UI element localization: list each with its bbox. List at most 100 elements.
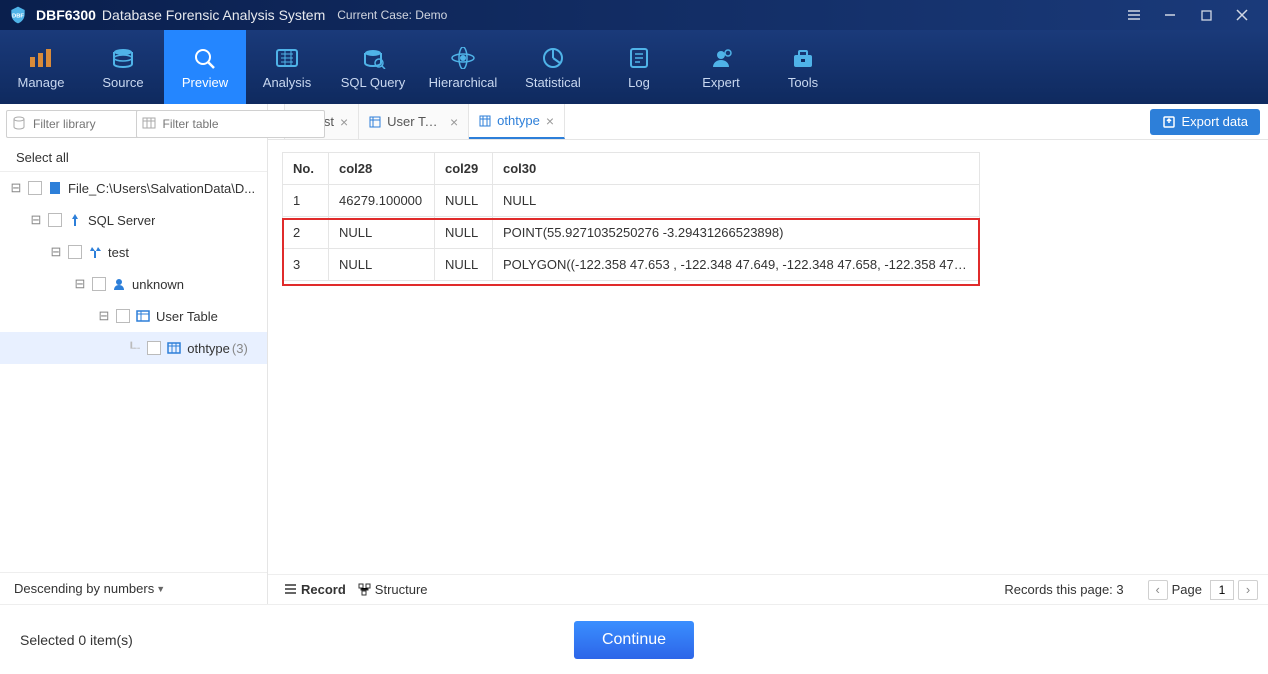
toolbar-expert[interactable]: Expert <box>680 30 762 104</box>
data-grid-container: No. col28 col29 col30 1 46279.100000 NUL… <box>268 140 1268 574</box>
menu-icon[interactable] <box>1116 0 1152 30</box>
main-panel: test × User Table × othtype × Export dat… <box>268 104 1268 604</box>
table-icon <box>479 115 491 127</box>
table-row[interactable]: 2 NULL NULL POINT(55.9271035250276 -3.29… <box>283 217 980 249</box>
collapse-icon[interactable]: ⊟ <box>48 244 64 260</box>
view-record-button[interactable]: Record <box>278 582 352 597</box>
col-header[interactable]: No. <box>283 153 329 185</box>
toolbar-label: Log <box>628 75 650 90</box>
tree-checkbox[interactable] <box>68 245 82 259</box>
tab-usertable[interactable]: User Table × <box>359 104 469 139</box>
cell: NULL <box>493 185 980 217</box>
tree-node-db[interactable]: ⊟ test <box>0 236 267 268</box>
tab-close-icon[interactable]: × <box>546 113 554 129</box>
col-header[interactable]: col28 <box>329 153 435 185</box>
tree-label: SQL Server <box>88 213 155 228</box>
continue-button[interactable]: Continue <box>574 621 694 659</box>
toolbar-label: Statistical <box>525 75 581 90</box>
tree-node-file[interactable]: ⊟ File_C:\Users\SalvationData\D... <box>0 172 267 204</box>
tree-node-server[interactable]: ⊟ SQL Server <box>0 204 267 236</box>
toolbar-source[interactable]: Source <box>82 30 164 104</box>
toolbar-manage[interactable]: Manage <box>0 30 82 104</box>
table-icon <box>134 309 152 323</box>
select-all-row[interactable]: Select all <box>0 144 267 172</box>
tab-close-icon[interactable]: × <box>450 114 458 130</box>
db-icon <box>86 245 104 259</box>
minimize-button[interactable] <box>1152 0 1188 30</box>
export-data-button[interactable]: Export data <box>1150 109 1261 135</box>
toolbar-preview[interactable]: Preview <box>164 30 246 104</box>
tab-label: othtype <box>497 113 540 128</box>
continue-label: Continue <box>602 631 666 648</box>
page-prev-button[interactable]: ‹ <box>1148 580 1168 600</box>
filter-table-input[interactable] <box>136 110 325 138</box>
tree-checkbox[interactable] <box>147 341 161 355</box>
table-row[interactable]: 1 46279.100000 NULL NULL <box>283 185 980 217</box>
tree: ⊟ File_C:\Users\SalvationData\D... ⊟ SQL… <box>0 172 267 572</box>
cell: 1 <box>283 185 329 217</box>
tree-checkbox[interactable] <box>116 309 130 323</box>
filter-table-icon <box>142 116 156 130</box>
product-name: DBF6300 <box>36 7 96 23</box>
page-label: Page <box>1172 582 1202 597</box>
current-case-label: Current Case: Demo <box>337 8 447 22</box>
footer: Selected 0 item(s) Continue <box>0 604 1268 674</box>
tree-node-othtype[interactable]: ┖╌ othtype (3) <box>0 332 267 364</box>
server-icon <box>66 213 84 227</box>
collapse-icon[interactable]: ⊟ <box>28 212 44 228</box>
records-count-label: Records this page: 3 <box>1004 582 1123 597</box>
tree-checkbox[interactable] <box>28 181 42 195</box>
tree-count: (3) <box>232 341 248 356</box>
grid-statusbar: Record Structure Records this page: 3 ‹ … <box>268 574 1268 604</box>
table-header-row: No. col28 col29 col30 <box>283 153 980 185</box>
tree-connector: ┖╌ <box>128 342 139 355</box>
toolbar-sqlquery[interactable]: SQL Query <box>328 30 418 104</box>
toolbar-statistical[interactable]: Statistical <box>508 30 598 104</box>
toolbar-label: Analysis <box>263 75 311 90</box>
view-label: Structure <box>375 582 428 597</box>
toolbar-hierarchical[interactable]: Hierarchical <box>418 30 508 104</box>
tree-checkbox[interactable] <box>92 277 106 291</box>
sort-label: Descending by numbers <box>14 581 154 596</box>
sidebar: Select all ⊟ File_C:\Users\SalvationData… <box>0 104 268 604</box>
cell: 2 <box>283 217 329 249</box>
cell: NULL <box>435 217 493 249</box>
page-next-button[interactable]: › <box>1238 580 1258 600</box>
statistical-icon <box>539 45 567 71</box>
cell: NULL <box>329 217 435 249</box>
sqlquery-icon <box>359 45 387 71</box>
tools-icon <box>789 45 817 71</box>
view-structure-button[interactable]: Structure <box>352 582 434 597</box>
export-icon <box>1162 115 1176 129</box>
collapse-icon[interactable]: ⊟ <box>72 276 88 292</box>
hierarchical-icon <box>449 45 477 71</box>
table-row[interactable]: 3 NULL NULL POLYGON((-122.358 47.653 , -… <box>283 249 980 281</box>
close-button[interactable] <box>1224 0 1260 30</box>
cell: NULL <box>329 249 435 281</box>
view-label: Record <box>301 582 346 597</box>
tree-checkbox[interactable] <box>48 213 62 227</box>
toolbar-label: SQL Query <box>341 75 406 90</box>
toolbar-log[interactable]: Log <box>598 30 680 104</box>
toolbar-analysis[interactable]: Analysis <box>246 30 328 104</box>
col-header[interactable]: col30 <box>493 153 980 185</box>
file-icon <box>46 181 64 195</box>
page-number-input[interactable] <box>1210 580 1234 600</box>
tab-close-icon[interactable]: × <box>340 114 348 130</box>
col-header[interactable]: col29 <box>435 153 493 185</box>
tree-label: test <box>108 245 129 260</box>
sort-dropdown[interactable]: Descending by numbers ▼ <box>0 572 267 604</box>
tab-label: User Table <box>387 114 444 129</box>
cell: NULL <box>435 249 493 281</box>
toolbar-tools[interactable]: Tools <box>762 30 844 104</box>
tree-node-usertable[interactable]: ⊟ User Table <box>0 300 267 332</box>
selected-count-label: Selected 0 item(s) <box>20 632 133 648</box>
tab-othtype[interactable]: othtype × <box>469 104 565 139</box>
filter-library-icon <box>12 116 26 130</box>
tree-node-schema[interactable]: ⊟ unknown <box>0 268 267 300</box>
cell: POLYGON((-122.358 47.653 , -122.348 47.6… <box>493 249 980 281</box>
collapse-icon[interactable]: ⊟ <box>8 180 24 196</box>
maximize-button[interactable] <box>1188 0 1224 30</box>
collapse-icon[interactable]: ⊟ <box>96 308 112 324</box>
toolbar-label: Source <box>102 75 143 90</box>
